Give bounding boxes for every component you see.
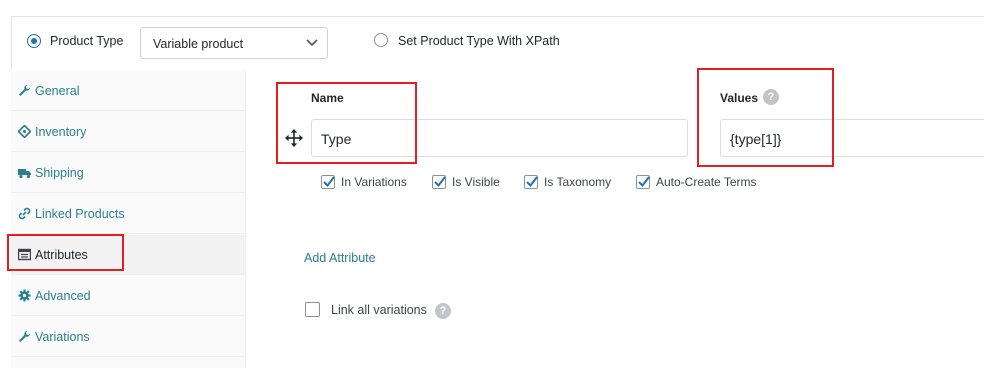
sidebar-item-label: Variations: [35, 330, 90, 344]
product-type-select[interactable]: Variable product: [140, 27, 328, 59]
checkmark-icon: [526, 176, 538, 188]
product-type-radio[interactable]: [27, 34, 41, 48]
truck-icon: [18, 169, 31, 179]
chevron-down-icon: [306, 39, 318, 47]
in-variations-label: In Variations: [341, 175, 407, 189]
sidebar-item-label: Advanced: [35, 289, 91, 303]
help-icon[interactable]: ?: [763, 89, 779, 105]
is-visible-label: Is Visible: [452, 175, 500, 189]
wrench-icon: [19, 84, 31, 96]
wrench-icon: [19, 330, 31, 342]
product-type-label: Product Type: [50, 34, 124, 48]
checkmark-icon: [638, 176, 650, 188]
sidebar-item-label: Inventory: [35, 125, 87, 139]
product-data-panel: Product Type Variable product Set Produc…: [0, 0, 984, 368]
is-taxonomy-label: Is Taxonomy: [544, 175, 612, 189]
attribute-values-label: Values: [720, 91, 759, 105]
product-type-select-value: Variable product: [153, 37, 244, 51]
link-all-variations-checkbox[interactable]: [305, 302, 320, 317]
sidebar-item-attributes[interactable]: Attributes: [11, 235, 245, 275]
is-visible-checkbox[interactable]: [432, 175, 446, 189]
product-data-tabs: General Inventory Shipping Linked Produc…: [11, 71, 246, 368]
link-icon: [18, 207, 31, 220]
xpath-type-label: Set Product Type With XPath: [398, 34, 560, 48]
auto-create-terms-checkbox[interactable]: [636, 175, 650, 189]
auto-create-terms-label: Auto-Create Terms: [656, 175, 757, 189]
add-attribute-link[interactable]: Add Attribute: [304, 251, 376, 265]
link-all-variations-label: Link all variations: [331, 303, 427, 317]
is-taxonomy-checkbox[interactable]: [524, 175, 538, 189]
list-icon: [18, 248, 31, 261]
sidebar-item-label: Shipping: [35, 166, 84, 180]
xpath-type-radio[interactable]: [374, 33, 388, 47]
move-icon[interactable]: [285, 129, 303, 147]
checkmark-icon: [323, 176, 335, 188]
in-variations-checkbox[interactable]: [321, 175, 335, 189]
help-icon[interactable]: ?: [435, 303, 451, 319]
attribute-name-input[interactable]: Type: [311, 119, 688, 157]
sidebar-item-linked-products[interactable]: Linked Products: [11, 194, 245, 234]
checkmark-icon: [434, 176, 446, 188]
sidebar-item-label: Attributes: [35, 248, 88, 262]
gear-icon: [18, 289, 31, 302]
sidebar-item-inventory[interactable]: Inventory: [11, 112, 245, 152]
tag-icon: [18, 125, 31, 138]
sidebar-item-label: Linked Products: [35, 207, 125, 221]
attribute-name-label: Name: [311, 91, 344, 105]
attribute-name-value: Type: [321, 131, 352, 147]
attribute-values-value: {type[1]}: [730, 131, 782, 147]
attribute-values-input[interactable]: {type[1]}: [720, 119, 984, 157]
sidebar-item-advanced[interactable]: Advanced: [11, 276, 245, 316]
sidebar-item-general[interactable]: General: [11, 71, 245, 111]
sidebar-item-label: General: [35, 84, 80, 98]
sidebar-item-variations[interactable]: Variations: [11, 317, 245, 357]
sidebar-item-shipping[interactable]: Shipping: [11, 153, 245, 193]
